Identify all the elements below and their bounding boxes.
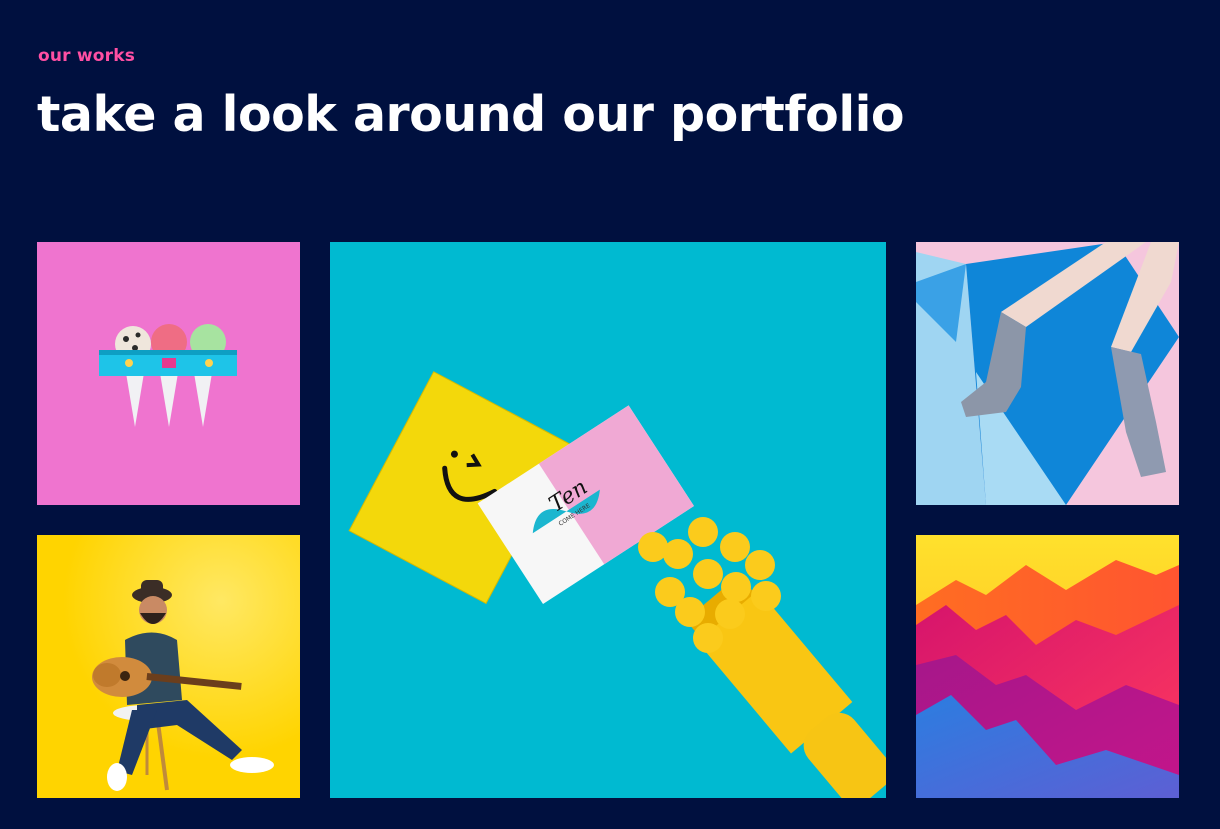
- portfolio-item-ice-cream[interactable]: [37, 242, 300, 505]
- business-cards-paintbrush-image: Ten COME HERE: [330, 242, 886, 798]
- section-title: take a look around our portfolio: [37, 86, 905, 143]
- portfolio-item-abstract[interactable]: [916, 535, 1179, 798]
- portfolio-section: our works take a look around our portfol…: [0, 0, 1220, 829]
- ice-cream-cones-image: [37, 242, 300, 505]
- section-eyebrow: our works: [38, 46, 136, 66]
- portfolio-item-socks[interactable]: [916, 242, 1179, 505]
- portfolio-item-guitar-man[interactable]: [37, 535, 300, 798]
- man-guitar-image: [37, 535, 300, 798]
- abstract-gradient-mountains-image: [916, 535, 1179, 798]
- legs-socks-image: [916, 242, 1179, 505]
- portfolio-item-business-cards[interactable]: Ten COME HERE: [330, 242, 886, 798]
